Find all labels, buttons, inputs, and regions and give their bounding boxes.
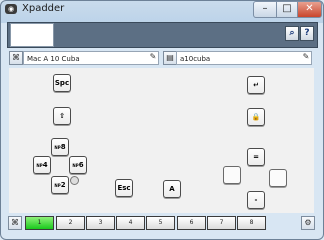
empty-right-button[interactable] — [269, 169, 287, 187]
controller-edit-icon[interactable]: ✎ — [147, 51, 159, 63]
set-tab-1[interactable]: 1 — [25, 216, 54, 230]
numpad-6-key[interactable]: NP6 — [69, 156, 87, 174]
set-tab-2[interactable]: 2 — [56, 216, 85, 230]
numpad-4-key[interactable]: NP4 — [33, 156, 51, 174]
controller-image-thumbnail[interactable] — [10, 23, 54, 47]
controller-field[interactable]: Mac A 10 Cuba — [23, 51, 159, 65]
numpad-2-key[interactable]: NP2 — [51, 176, 69, 194]
controller-icon[interactable]: ⌘ — [9, 51, 23, 65]
set-tab-7[interactable]: 7 — [207, 216, 236, 230]
stick-knob-icon[interactable] — [70, 176, 79, 185]
set-tab-4[interactable]: 4 — [116, 216, 145, 230]
set-tab-6[interactable]: 6 — [177, 216, 206, 230]
set-tab-5[interactable]: 5 — [146, 216, 175, 230]
esc-key[interactable]: Esc — [115, 179, 133, 197]
search-button[interactable]: ⌕ — [285, 26, 299, 41]
a-key[interactable]: A — [163, 180, 181, 198]
layout-icon[interactable]: ▤ — [163, 51, 177, 65]
shift-key[interactable]: ⇧ — [53, 107, 71, 125]
set-tab-3[interactable]: 3 — [86, 216, 115, 230]
spc-key[interactable]: Spc — [53, 74, 71, 92]
set-tab-8[interactable]: 8 — [237, 216, 266, 230]
empty-left-button[interactable] — [223, 166, 241, 184]
maximize-button[interactable]: □ — [276, 1, 298, 18]
close-button[interactable]: ✕ — [297, 1, 322, 18]
window-title: Xpadder — [22, 3, 65, 14]
minimize-button[interactable]: – — [253, 1, 277, 18]
layout-field[interactable]: a10cuba — [176, 51, 312, 65]
numpad-8-key[interactable]: NP8 — [51, 138, 69, 156]
equals-key[interactable]: = — [247, 148, 265, 166]
set-settings-icon[interactable]: ⚙ — [301, 216, 315, 230]
controller-settings-icon[interactable]: ⌘ — [8, 216, 22, 230]
enter-key[interactable]: ↵ — [247, 76, 265, 94]
xpadder-app-icon: ◉ — [5, 4, 17, 14]
minus-key[interactable]: - — [247, 191, 265, 209]
layout-edit-icon[interactable]: ✎ — [300, 51, 312, 63]
help-button[interactable]: ? — [300, 26, 314, 41]
lock-key[interactable]: 🔒 — [247, 108, 265, 126]
